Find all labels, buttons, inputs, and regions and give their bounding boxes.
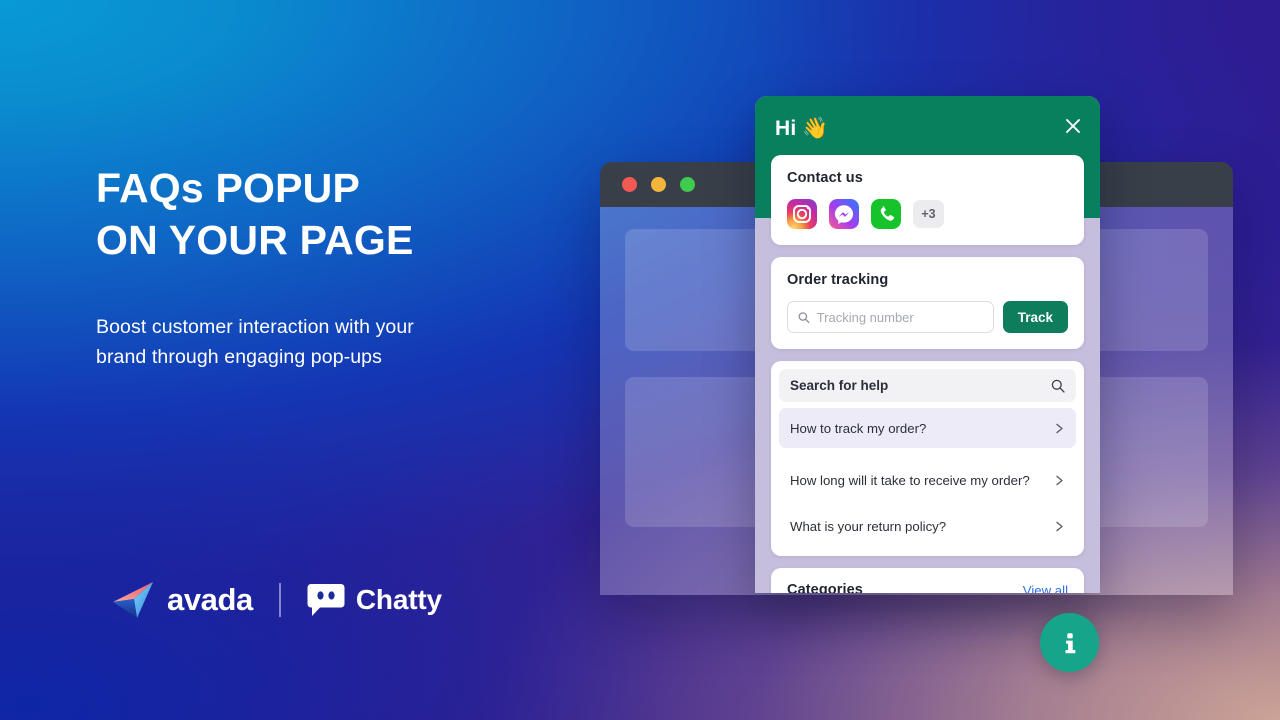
widget-greeting: Hi 👋 [775, 117, 829, 140]
chevron-right-icon [1056, 475, 1063, 485]
contact-channel-list: +3 [787, 199, 1068, 229]
view-all-link[interactable]: View all [1023, 583, 1068, 594]
tracking-number-input[interactable] [816, 309, 983, 325]
faq-item-label: How long will it take to receive my orde… [790, 472, 1030, 488]
order-tracking-card: Order tracking Track [771, 257, 1084, 349]
headline-line-2: ON YOUR PAGE [96, 217, 414, 263]
contact-title: Contact us [787, 170, 863, 186]
help-search-label: Search for help [790, 378, 889, 393]
help-card: Search for help How to track my order? H… [771, 361, 1084, 556]
chevron-right-icon [1056, 521, 1063, 531]
categories-card: Categories View all [771, 568, 1084, 593]
maximize-traffic-light[interactable] [680, 177, 695, 192]
messenger-icon[interactable] [829, 199, 859, 229]
faq-item-label: What is your return policy? [790, 518, 947, 534]
info-icon [1065, 632, 1075, 653]
hero-subcopy: Boost customer interaction with your bra… [96, 312, 566, 372]
headline-line-1: FAQs POPUP [96, 165, 361, 211]
avada-wordmark: avada [167, 582, 253, 617]
brand-logos: avada Chatty [112, 580, 442, 620]
faq-item[interactable]: How to track my order? [779, 408, 1076, 448]
search-icon [1051, 379, 1065, 393]
chat-widget: Hi 👋 How can I help you? Contact us [755, 96, 1100, 593]
search-icon [798, 311, 810, 323]
track-button[interactable]: Track [1002, 301, 1068, 333]
info-fab-button[interactable] [1040, 613, 1099, 672]
faq-item[interactable]: What is your return policy? [779, 506, 1076, 546]
instagram-icon[interactable] [787, 199, 817, 229]
contact-card: Contact us +3 [771, 155, 1084, 245]
order-tracking-title: Order tracking [787, 272, 889, 288]
page-title: FAQs POPUP ON YOUR PAGE [96, 162, 566, 266]
promo-banner: FAQs POPUP ON YOUR PAGE Boost customer i… [0, 0, 1280, 720]
tracking-input-wrapper[interactable] [787, 301, 994, 333]
close-icon[interactable] [1062, 115, 1084, 137]
chatty-wordmark: Chatty [355, 584, 442, 615]
avada-logo-icon [113, 582, 153, 618]
chatty-bubble-icon [307, 584, 345, 616]
help-search-bar[interactable]: Search for help [779, 369, 1076, 402]
more-channels-chip[interactable]: +3 [913, 200, 944, 228]
chatty-logo: Chatty [307, 583, 442, 617]
subcopy-line-2: brand through engaging pop-ups [96, 346, 382, 368]
widget-scroll-body[interactable]: Contact us +3 Order tracking Tracking nu… [755, 155, 1100, 593]
close-traffic-light[interactable] [622, 177, 637, 192]
order-tracking-row: Track [787, 301, 1068, 333]
hero-copy: FAQs POPUP ON YOUR PAGE Boost customer i… [96, 162, 566, 372]
minimize-traffic-light[interactable] [651, 177, 666, 192]
logo-divider [278, 583, 281, 617]
chevron-right-icon [1056, 423, 1063, 433]
subcopy-line-1: Boost customer interaction with your [96, 316, 414, 338]
faq-item-label: How to track my order? [790, 420, 927, 436]
categories-title: Categories [787, 582, 863, 593]
avada-logo: avada [112, 580, 253, 620]
faq-item[interactable]: How long will it take to receive my orde… [779, 460, 1076, 500]
phone-icon[interactable] [871, 199, 901, 229]
